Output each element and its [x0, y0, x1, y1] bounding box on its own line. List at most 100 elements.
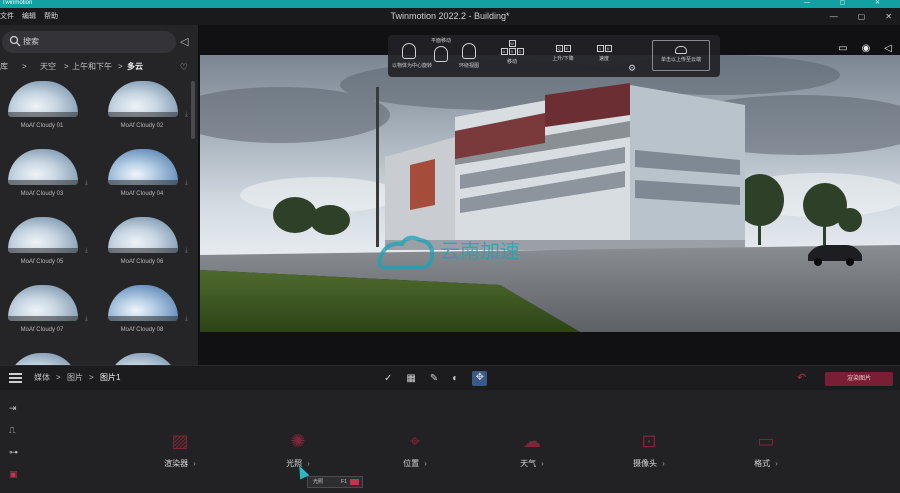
- settings-gear-icon[interactable]: ⚙: [628, 63, 636, 74]
- close-button[interactable]: ✕: [885, 8, 892, 25]
- library-item[interactable]: MoAf Cloudy 03 ⤓: [0, 149, 90, 213]
- undo-icon[interactable]: ↶: [797, 371, 806, 385]
- navigation-toolbar: 以物体为中心旋转 平面移动 环绕视图 W ASD 移动 QE 上升/下降 16: [388, 35, 720, 77]
- chevron-right-icon: ›: [662, 459, 665, 468]
- chevron-left-icon[interactable]: ◁: [884, 44, 892, 54]
- mouse-icon: [402, 43, 416, 59]
- download-icon[interactable]: ⤓: [185, 247, 188, 255]
- window-controls: — ▢ ✕: [830, 8, 892, 25]
- category-location[interactable]: ⌖ 位置 ›: [375, 430, 455, 469]
- library-panel: 搜索 ◁ 库 > 天空 > 上午和下午 > 多云 ♡ MoAf Cloudy 0…: [0, 25, 198, 365]
- collapse-panel-button[interactable]: ◁: [180, 36, 188, 48]
- download-icon[interactable]: ⤓: [185, 315, 188, 323]
- search-icon: [9, 35, 21, 47]
- slider-icon[interactable]: ⊶: [9, 447, 18, 457]
- orbit-object-tool[interactable]: 以物体为中心旋转: [392, 35, 433, 77]
- grid-pattern-icon[interactable]: ▦: [406, 373, 415, 384]
- breadcrumb-cloudy: 多云: [127, 62, 143, 71]
- bottom-tools: ✓ ▦ ✎ ◐ ✥: [384, 371, 488, 386]
- library-item[interactable]: MoAf Cloudy 07 ⤓: [0, 285, 90, 349]
- menu-edit[interactable]: 编辑: [22, 8, 36, 25]
- library-item[interactable]: MoAf Cloudy 02 ⤓: [100, 81, 190, 145]
- orbit-view-tool[interactable]: 环绕视图: [454, 35, 484, 77]
- download-icon[interactable]: ⤓: [185, 179, 188, 187]
- window-title: Twinmotion 2022.2 - Building*: [390, 11, 510, 21]
- menu-file[interactable]: 文件: [0, 8, 14, 25]
- media-icon[interactable]: ▣: [9, 469, 18, 479]
- category-label: 渲染器 ›: [164, 459, 196, 468]
- download-icon[interactable]: ⤓: [85, 179, 88, 187]
- category-label: 位置 ›: [403, 459, 427, 468]
- move-keys: W ASD 移动: [492, 35, 532, 77]
- library-breadcrumb: 库 > 天空 > 上午和下午 > 多云 ♡: [0, 59, 198, 75]
- menu-help[interactable]: 帮助: [44, 8, 58, 25]
- breadcrumb-media[interactable]: 媒体: [34, 366, 50, 390]
- sky-thumbnail: [108, 81, 178, 117]
- w-key: W: [508, 40, 516, 47]
- breadcrumb-library[interactable]: 库: [0, 59, 8, 75]
- library-item[interactable]: MoAf Cloudy 08 ⤓: [100, 285, 190, 349]
- select-check-icon[interactable]: ✓: [384, 373, 392, 384]
- sky-thumbnail: [8, 81, 78, 117]
- chevron-right-icon: >: [89, 373, 94, 382]
- panel-toggle-icon[interactable]: ▭: [838, 44, 847, 54]
- orbit-object-label: 以物体为中心旋转: [392, 63, 433, 69]
- chevron-right-icon: ›: [307, 459, 310, 468]
- sky-thumbnail: [8, 217, 78, 253]
- maximize-button[interactable]: ▢: [858, 8, 866, 25]
- library-item[interactable]: [0, 353, 90, 365]
- up-down-keys: QE 上升/下降: [546, 35, 580, 77]
- chevron-right-icon: >: [56, 373, 61, 382]
- pen-icon[interactable]: ✎: [430, 373, 438, 384]
- minimize-button[interactable]: —: [830, 8, 838, 25]
- library-item[interactable]: [100, 353, 190, 365]
- path-icon[interactable]: ⎍: [9, 425, 15, 435]
- library-item[interactable]: MoAf Cloudy 04 ⤓: [100, 149, 190, 213]
- bottom-toolbar: 媒体 > 图片 > 图片1 ✓ ▦ ✎ ◐ ✥ ↶ 渲染图片: [0, 365, 900, 390]
- format-icon: ▭: [757, 431, 775, 451]
- system-window-controls[interactable]: — ▢ ✕: [804, 0, 894, 8]
- category-weather[interactable]: ☁ 天气 ›: [492, 430, 572, 469]
- library-item[interactable]: MoAf Cloudy 05 ⤓: [0, 217, 90, 281]
- twinmotion-app: Twinmotion — ▢ ✕ 文件 编辑 帮助 Twinmotion 202…: [0, 0, 900, 493]
- render-image-button[interactable]: 渲染图片: [825, 372, 893, 386]
- dot-toggle-icon[interactable]: ◐: [452, 373, 458, 384]
- library-scrollbar[interactable]: [191, 81, 195, 139]
- up-down-label: 上升/下降: [552, 56, 574, 62]
- shortcut-key-badge: [350, 479, 359, 485]
- scene-render[interactable]: 云南加速: [200, 55, 900, 332]
- breadcrumb-morning-afternoon[interactable]: 上午和下午: [72, 59, 112, 75]
- breadcrumb-images[interactable]: 图片: [67, 366, 83, 390]
- app-name: Twinmotion: [2, 0, 33, 6]
- viewport-right-tools: ▭ ◉ ◁: [838, 44, 892, 54]
- import-icon[interactable]: ⇥: [9, 403, 17, 413]
- favorite-heart-icon[interactable]: ♡: [180, 59, 188, 75]
- upload-to-cloud-button[interactable]: 单击以上传至云端: [652, 40, 710, 71]
- move-gizmo-icon[interactable]: ✥: [472, 371, 488, 386]
- breadcrumb-sky[interactable]: 天空: [40, 59, 56, 75]
- pan-tool[interactable]: 平面移动: [426, 35, 456, 77]
- library-item-label: MoAf Cloudy 01: [20, 123, 64, 129]
- move-label: 移动: [506, 59, 517, 65]
- sky-thumbnail: [108, 353, 178, 365]
- category-lighting[interactable]: ✺ 光照 ›: [258, 430, 338, 469]
- download-icon[interactable]: ⤓: [85, 247, 88, 255]
- library-item-label: MoAf Cloudy 04: [120, 191, 164, 197]
- menu-bar: 文件 编辑 帮助 Twinmotion 2022.2 - Building* —…: [0, 8, 900, 25]
- library-item[interactable]: MoAf Cloudy 01: [0, 81, 90, 145]
- eye-icon[interactable]: ◉: [862, 44, 871, 54]
- menu-icon[interactable]: [9, 373, 22, 383]
- search-input[interactable]: 搜索: [2, 31, 176, 53]
- download-icon[interactable]: ⤓: [185, 111, 188, 119]
- category-format[interactable]: ▭ 格式 ›: [726, 430, 806, 469]
- chevron-right-icon: ›: [541, 459, 544, 468]
- sky-thumbnail: [8, 285, 78, 321]
- library-item[interactable]: MoAf Cloudy 06 ⤓: [100, 217, 190, 281]
- category-camera[interactable]: ⊡ 摄像头 ›: [609, 430, 689, 469]
- speed-keys: 16 速度: [590, 35, 618, 77]
- download-icon[interactable]: ⤓: [85, 315, 88, 323]
- category-renderer[interactable]: ▨ 渲染器 ›: [140, 430, 220, 469]
- chevron-right-icon: >: [118, 62, 123, 71]
- library-item-label: MoAf Cloudy 03: [20, 191, 64, 197]
- library-item-label: MoAf Cloudy 08: [120, 327, 164, 333]
